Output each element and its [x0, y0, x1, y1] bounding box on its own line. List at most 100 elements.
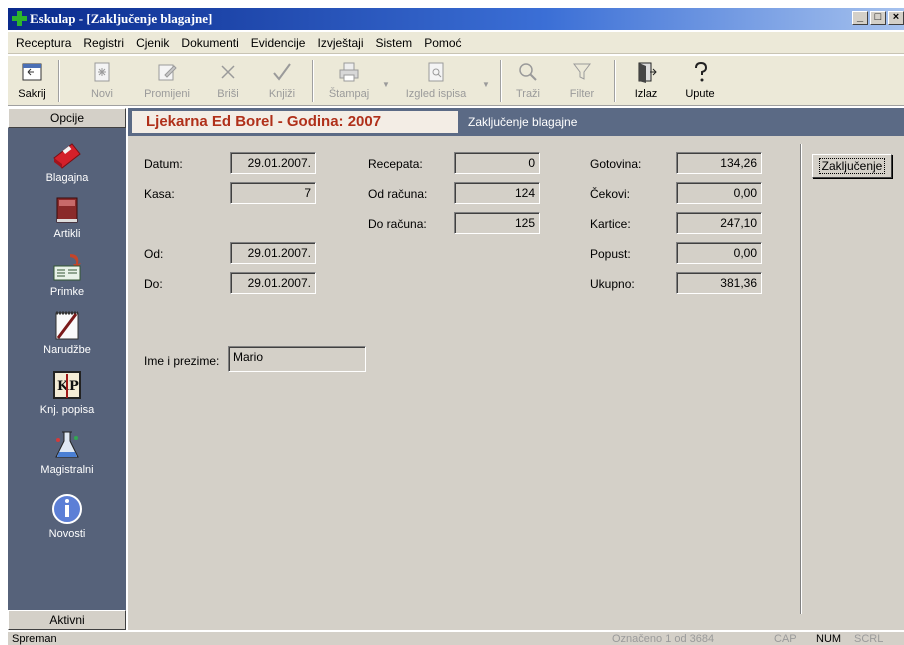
toolbar-separator — [500, 60, 502, 102]
ime-field[interactable]: Mario — [228, 346, 366, 372]
selection-count: Označeno 1 od 3684 — [612, 633, 715, 645]
od-racuna-label: Od računa: — [368, 187, 428, 201]
header-strip: Ljekarna Ed Borel - Godina: 2007 Zaključ… — [128, 108, 904, 136]
ime-label: Ime i prezime: — [144, 354, 220, 368]
sidebar-item-magistralni[interactable]: Magistralni — [8, 428, 126, 476]
menu-registri[interactable]: Registri — [77, 36, 130, 50]
recepata-label: Recepata: — [368, 157, 423, 171]
kasa-field[interactable]: 7 — [230, 182, 316, 204]
trazi-button[interactable]: Traži — [508, 58, 548, 104]
printer-icon — [339, 62, 359, 82]
checkmark-icon — [273, 63, 291, 81]
sidebar-item-label: Novosti — [48, 528, 86, 540]
izgled-ispisa-label: Izgled ispisa — [405, 88, 467, 100]
izgled-ispisa-button[interactable]: Izgled ispisa — [398, 58, 474, 104]
svg-text:P: P — [69, 379, 79, 394]
sidebar-item-artikli[interactable]: Artikli — [8, 192, 126, 240]
toolbar-separator — [312, 60, 314, 102]
menu-receptura[interactable]: Receptura — [10, 36, 77, 50]
sidebar-item-narudzbe[interactable]: Narudžbe — [8, 308, 126, 356]
sidebar-item-label: Narudžbe — [43, 344, 91, 356]
maximize-button[interactable]: □ — [870, 11, 886, 25]
pharmacy-title: Ljekarna Ed Borel - Godina: 2007 — [132, 111, 458, 133]
edit-icon — [158, 64, 177, 81]
menu-bar: Receptura Registri Cjenik Dokumenti Evid… — [8, 32, 904, 54]
green-cross-icon — [12, 11, 27, 26]
gotovina-label: Gotovina: — [590, 157, 642, 171]
kartice-field[interactable]: 247,10 — [676, 212, 762, 234]
notepad-icon — [55, 311, 79, 340]
filter-button[interactable]: Filter — [562, 58, 602, 104]
kasa-label: Kasa: — [144, 187, 175, 201]
upute-button[interactable]: Upute — [680, 58, 720, 104]
promijeni-button[interactable]: Promijeni — [140, 58, 194, 104]
od-racuna-field[interactable]: 124 — [454, 182, 540, 204]
do-date-field[interactable]: 29.01.2007. — [230, 272, 316, 294]
datum-label: Datum: — [144, 157, 183, 171]
od-label: Od: — [144, 247, 164, 261]
sidebar: Opcije Blagajna Artikli Primke Narudžbe … — [8, 108, 126, 630]
do-racuna-field[interactable]: 125 — [454, 212, 540, 234]
brisi-button[interactable]: Briši — [208, 58, 248, 104]
sidebar-item-novosti[interactable]: Novosti — [8, 492, 126, 540]
novi-button[interactable]: Novi — [82, 58, 122, 104]
sidebar-item-blagajna[interactable]: Blagajna — [8, 136, 126, 184]
datum-field[interactable]: 29.01.2007. — [230, 152, 316, 174]
brisi-label: Briši — [217, 88, 239, 100]
status-bar: Spreman Označeno 1 od 3684 CAP NUM SCRL — [8, 632, 904, 645]
gotovina-field[interactable]: 134,26 — [676, 152, 762, 174]
menu-dokumenti[interactable]: Dokumenti — [175, 36, 244, 50]
cash-register-icon — [53, 143, 81, 169]
menu-cjenik[interactable]: Cjenik — [130, 36, 175, 50]
sidebar-item-label: Artikli — [53, 228, 81, 240]
menu-pomoc[interactable]: Pomoć — [418, 36, 467, 50]
toolbar-separator — [58, 60, 60, 102]
stampaj-button[interactable]: Štampaj — [324, 58, 374, 104]
zakljucenje-button[interactable]: Zaključenje — [812, 154, 892, 178]
cekovi-label: Čekovi: — [590, 187, 631, 201]
kartice-label: Kartice: — [590, 217, 631, 231]
info-icon — [52, 494, 82, 524]
menu-evidencije[interactable]: Evidencije — [245, 36, 312, 50]
upute-label: Upute — [685, 88, 715, 100]
screen-title: Zaključenje blagajne — [468, 115, 578, 129]
stampaj-dropdown-icon[interactable]: ▼ — [382, 80, 390, 89]
izgled-dropdown-icon[interactable]: ▼ — [482, 80, 490, 89]
sidebar-item-knj-popisa[interactable]: K P Knj. popisa — [8, 368, 126, 416]
cekovi-field[interactable]: 0,00 — [676, 182, 762, 204]
popust-field[interactable]: 0,00 — [676, 242, 762, 264]
menu-sistem[interactable]: Sistem — [370, 36, 419, 50]
izlaz-button[interactable]: Izlaz — [626, 58, 666, 104]
hide-panel-icon — [22, 63, 42, 81]
toolbar: Sakrij Novi Promijeni Briši Knjiži Štamp… — [8, 56, 904, 106]
kp-book-icon: K P — [53, 371, 81, 399]
sidebar-item-label: Blagajna — [45, 172, 89, 184]
novi-label: Novi — [90, 88, 113, 100]
promijeni-label: Promijeni — [144, 88, 190, 100]
status-text: Spreman — [12, 633, 57, 645]
toolbar-separator — [614, 60, 616, 102]
help-question-icon — [695, 61, 708, 82]
caps-indicator: CAP — [774, 633, 797, 645]
new-document-icon — [94, 62, 110, 82]
close-button[interactable]: × — [888, 11, 904, 25]
ukupno-field[interactable]: 381,36 — [676, 272, 762, 294]
recepata-field[interactable]: 0 — [454, 152, 540, 174]
minimize-button[interactable]: _ — [852, 11, 868, 25]
sakrij-label: Sakrij — [18, 88, 46, 100]
od-date-field[interactable]: 29.01.2007. — [230, 242, 316, 264]
sidebar-footer-aktivni[interactable]: Aktivni — [8, 610, 126, 630]
menu-izvjestaji[interactable]: Izvještaji — [311, 36, 369, 50]
main-panel: Ljekarna Ed Borel - Godina: 2007 Zaključ… — [128, 108, 904, 630]
sidebar-item-label: Magistralni — [40, 464, 94, 476]
flask-icon — [55, 431, 79, 458]
sakrij-button[interactable]: Sakrij — [12, 58, 52, 104]
ukupno-label: Ukupno: — [590, 277, 635, 291]
num-indicator: NUM — [816, 633, 842, 645]
sidebar-header-opcije[interactable]: Opcije — [8, 108, 126, 128]
scroll-indicator: SCRL — [854, 633, 884, 645]
magnifier-icon — [519, 63, 537, 81]
book-icon — [56, 197, 78, 223]
sidebar-item-primke[interactable]: Primke — [8, 250, 126, 298]
knjizi-button[interactable]: Knjiži — [260, 58, 304, 104]
